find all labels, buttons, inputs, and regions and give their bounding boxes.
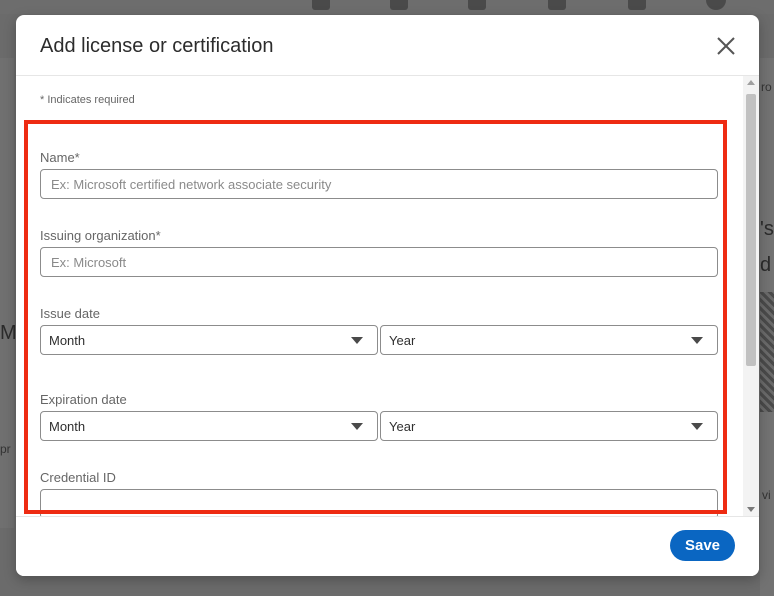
notifications-icon: [628, 0, 646, 10]
close-button[interactable]: [715, 35, 737, 57]
modal-body: * Indicates required Name* Issuing organ…: [16, 76, 759, 519]
modal-footer: Save: [16, 516, 759, 576]
close-icon: [717, 37, 735, 55]
background-text-fragment: pr: [0, 442, 11, 456]
background-text-fragment: ro: [761, 80, 772, 94]
highlight-annotation: [24, 120, 727, 514]
background-text-fragment: M: [0, 322, 17, 344]
modal-header: Add license or certification: [16, 15, 759, 76]
save-button[interactable]: Save: [670, 530, 735, 561]
background-image: [760, 292, 774, 412]
background-text-fragment: vi: [762, 488, 771, 502]
messaging-icon: [548, 0, 566, 10]
home-icon: [312, 0, 330, 10]
scrollbar[interactable]: [743, 76, 759, 516]
network-icon: [390, 0, 408, 10]
scroll-thumb[interactable]: [746, 94, 756, 366]
scroll-up-icon[interactable]: [747, 80, 755, 85]
background-nav-bar: [0, 0, 774, 14]
profile-avatar-icon: [706, 0, 726, 10]
background-text-fragment: d: [760, 254, 772, 276]
add-license-modal: Add license or certification * Indicates…: [16, 15, 759, 576]
modal-title: Add license or certification: [40, 35, 274, 57]
scroll-down-icon[interactable]: [747, 507, 755, 512]
background-text-fragment: 's: [760, 218, 774, 240]
jobs-icon: [468, 0, 486, 10]
required-note: * Indicates required: [40, 94, 135, 106]
background-left-card: [0, 58, 14, 528]
